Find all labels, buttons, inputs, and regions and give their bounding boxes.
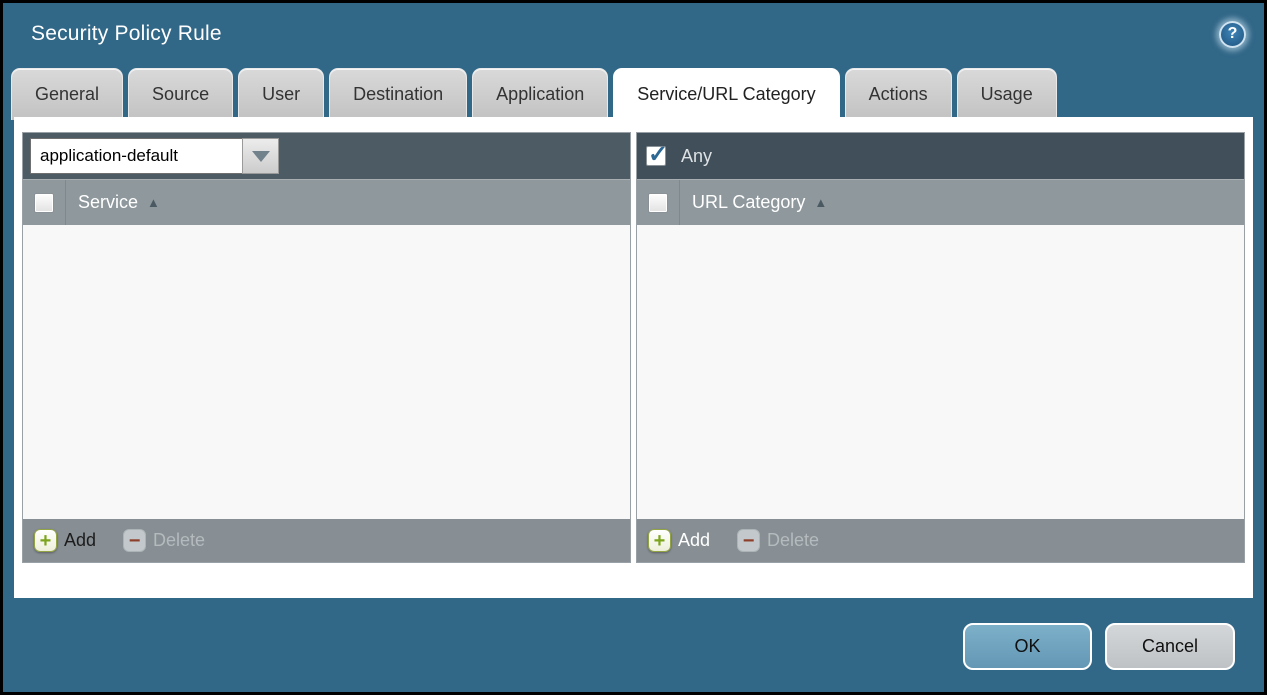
service-delete-button[interactable]: − Delete bbox=[123, 529, 205, 552]
delete-minus-icon: − bbox=[123, 529, 146, 552]
url-category-actions-bar: + Add − Delete bbox=[637, 519, 1244, 562]
checkmark-icon: ✓ bbox=[648, 140, 668, 169]
any-checkbox[interactable]: ✓ bbox=[646, 146, 666, 166]
service-type-dropdown-button[interactable] bbox=[242, 138, 279, 174]
security-policy-rule-dialog: Security Policy Rule ? General Source Us… bbox=[0, 0, 1267, 695]
any-checkbox-label[interactable]: Any bbox=[681, 146, 712, 167]
dialog-titlebar: Security Policy Rule ? bbox=[3, 3, 1264, 65]
service-toolbar: application-default bbox=[23, 133, 630, 179]
help-glyph: ? bbox=[1228, 25, 1238, 43]
service-table-body bbox=[23, 225, 630, 519]
tab-usage[interactable]: Usage bbox=[957, 68, 1057, 120]
panels-container: application-default Service ▲ bbox=[14, 117, 1253, 563]
delete-button-label: Delete bbox=[153, 530, 205, 551]
service-header-checkbox-cell bbox=[23, 180, 66, 225]
url-category-header-checkbox-cell bbox=[637, 180, 680, 225]
service-column-label: Service ▲ bbox=[78, 192, 160, 213]
url-category-column-title[interactable]: URL Category bbox=[692, 192, 805, 213]
url-category-table-header: URL Category ▲ bbox=[637, 179, 1244, 225]
service-actions-bar: + Add − Delete bbox=[23, 519, 630, 562]
add-button-label: Add bbox=[64, 530, 96, 551]
tab-application[interactable]: Application bbox=[472, 68, 608, 120]
add-button-label: Add bbox=[678, 530, 710, 551]
service-table-header: Service ▲ bbox=[23, 179, 630, 225]
service-type-dropdown-value[interactable]: application-default bbox=[30, 138, 242, 174]
url-category-any-bar: ✓ Any bbox=[637, 133, 1244, 179]
tab-bar: General Source User Destination Applicat… bbox=[3, 68, 1264, 120]
delete-button-label: Delete bbox=[767, 530, 819, 551]
add-plus-icon: + bbox=[648, 529, 671, 552]
tab-destination[interactable]: Destination bbox=[329, 68, 467, 120]
ok-button[interactable]: OK bbox=[963, 623, 1092, 670]
add-plus-icon: + bbox=[34, 529, 57, 552]
url-category-column-label: URL Category ▲ bbox=[692, 192, 827, 213]
tab-content: application-default Service ▲ bbox=[14, 117, 1253, 598]
service-panel: application-default Service ▲ bbox=[22, 132, 631, 563]
service-column-title[interactable]: Service bbox=[78, 192, 138, 213]
tab-user[interactable]: User bbox=[238, 68, 324, 120]
dialog-title: Security Policy Rule bbox=[31, 22, 222, 46]
tab-source[interactable]: Source bbox=[128, 68, 233, 120]
service-type-dropdown[interactable]: application-default bbox=[30, 138, 279, 174]
sort-ascending-icon[interactable]: ▲ bbox=[814, 195, 827, 210]
url-category-table-body bbox=[637, 225, 1244, 519]
tab-actions[interactable]: Actions bbox=[845, 68, 952, 120]
url-category-select-all-checkbox[interactable] bbox=[648, 193, 668, 213]
sort-ascending-icon[interactable]: ▲ bbox=[147, 195, 160, 210]
tab-service-url-category[interactable]: Service/URL Category bbox=[613, 68, 839, 120]
service-add-button[interactable]: + Add bbox=[34, 529, 96, 552]
chevron-down-icon bbox=[252, 151, 270, 162]
url-category-panel: ✓ Any URL Category ▲ + bbox=[636, 132, 1245, 563]
dialog-footer: OK Cancel bbox=[963, 623, 1235, 670]
cancel-button[interactable]: Cancel bbox=[1105, 623, 1235, 670]
delete-minus-icon: − bbox=[737, 529, 760, 552]
url-category-add-button[interactable]: + Add bbox=[648, 529, 710, 552]
help-icon[interactable]: ? bbox=[1219, 21, 1246, 48]
tab-general[interactable]: General bbox=[11, 68, 123, 120]
url-category-delete-button[interactable]: − Delete bbox=[737, 529, 819, 552]
service-select-all-checkbox[interactable] bbox=[34, 193, 54, 213]
